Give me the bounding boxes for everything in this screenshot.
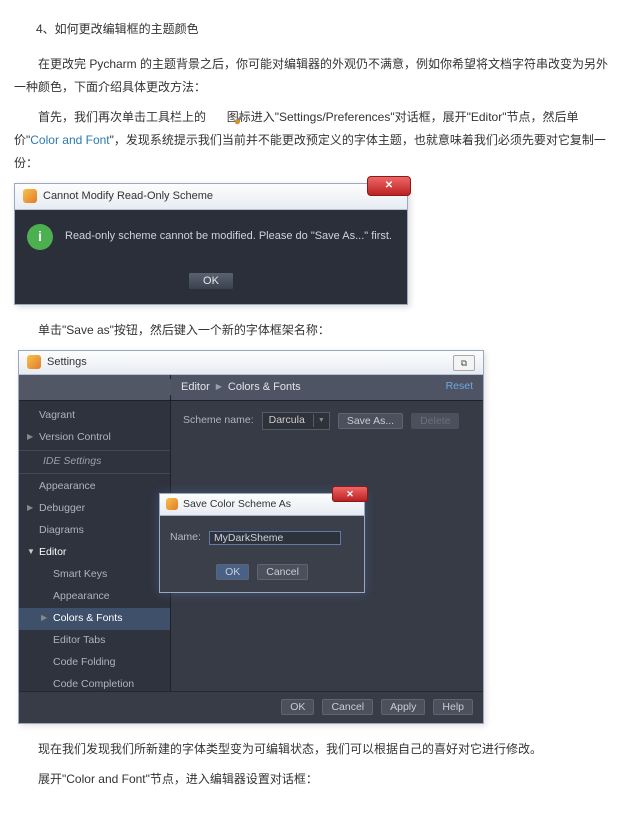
apply-button[interactable]: Apply xyxy=(381,699,425,715)
pycharm-logo-icon xyxy=(27,355,41,369)
inner-body: Name: xyxy=(160,516,364,554)
info-icon: i xyxy=(27,224,53,250)
chevron-right-icon: ▶ xyxy=(216,379,222,394)
settings-tree: Vagrant ▶ Version Control IDE Settings Ap… xyxy=(19,401,170,691)
sidebar-item-debugger[interactable]: ▶ Debugger xyxy=(19,498,170,520)
sidebar-header-ide: IDE Settings xyxy=(19,450,170,474)
chevron-right-icon: ▶ xyxy=(27,429,33,444)
crumb-colors-fonts: Colors & Fonts xyxy=(228,377,301,398)
paragraph-5: 展开"Color and Font"节点，进入编辑器设置对话框： xyxy=(14,768,611,791)
settings-main: Editor ▶ Colors & Fonts Reset Scheme nam… xyxy=(171,375,483,691)
paragraph-3: 单击"Save as"按钮，然后键入一个新的字体框架名称： xyxy=(14,319,611,342)
settings-body: ✕ Vagrant ▶ Version Control IDE Settings … xyxy=(19,375,483,691)
wrench-icon xyxy=(209,111,223,125)
sidebar-item-editor[interactable]: ▼ Editor xyxy=(19,542,170,564)
paragraph-4: 现在我们发现我们所新建的字体类型变为可编辑状态，我们可以根据自己的喜好对它进行修… xyxy=(14,738,611,761)
scheme-value: Darcula xyxy=(269,411,305,431)
dialog-titlebar: Cannot Modify Read-Only Scheme ✕ xyxy=(15,184,407,210)
ok-button[interactable]: OK xyxy=(281,699,314,715)
inner-button-row: OK Cancel xyxy=(160,554,364,592)
inner-titlebar: Save Color Scheme As ✕ xyxy=(160,494,364,516)
section-heading: 4、如何更改编辑框的主题颜色 xyxy=(36,18,611,41)
sidebar-item-label: Version Control xyxy=(39,431,111,443)
dialog-title: Cannot Modify Read-Only Scheme xyxy=(43,183,213,209)
close-icon[interactable]: ✕ xyxy=(367,176,411,196)
p2-part-a: 首先，我们再次单击工具栏上的 xyxy=(38,110,206,124)
help-button[interactable]: Help xyxy=(433,699,473,715)
dialog-message: Read-only scheme cannot be modified. Ple… xyxy=(65,226,392,247)
search-row: ✕ xyxy=(19,375,170,401)
save-scheme-dialog: Save Color Scheme As ✕ Name: OK Cancel xyxy=(159,493,365,593)
sidebar-item-label: Debugger xyxy=(39,502,85,514)
ok-button[interactable]: OK xyxy=(188,272,234,290)
sidebar-item-smart-keys[interactable]: Smart Keys xyxy=(19,564,170,586)
name-label: Name: xyxy=(170,528,201,548)
scheme-combo[interactable]: Darcula ▼ xyxy=(262,412,330,430)
paragraph-2: 首先，我们再次单击工具栏上的 图标进入"Settings/Preferences… xyxy=(14,106,611,174)
settings-footer: OK Cancel Apply Help xyxy=(19,691,483,723)
pycharm-logo-icon xyxy=(23,189,37,203)
sidebar-item-editor-tabs[interactable]: Editor Tabs xyxy=(19,630,170,652)
inner-title: Save Color Scheme As xyxy=(183,493,291,515)
scheme-name-input[interactable] xyxy=(209,531,341,545)
reset-link[interactable]: Reset xyxy=(446,377,473,397)
color-and-font-link[interactable]: Color and Font xyxy=(30,133,109,147)
sidebar-item-vagrant[interactable]: Vagrant xyxy=(19,405,170,427)
breadcrumb: Editor ▶ Colors & Fonts Reset xyxy=(171,375,483,401)
dialog-button-row: OK xyxy=(15,264,407,304)
delete-button: Delete xyxy=(411,413,459,429)
cancel-button[interactable]: Cancel xyxy=(322,699,373,715)
chevron-down-icon: ▼ xyxy=(27,544,35,559)
sidebar-item-diagrams[interactable]: Diagrams xyxy=(19,520,170,542)
sidebar-item-colors-fonts[interactable]: ▶ Colors & Fonts xyxy=(19,608,170,630)
close-icon[interactable]: ✕ xyxy=(332,486,368,502)
chevron-right-icon: ▶ xyxy=(27,500,33,515)
dialog-body: i Read-only scheme cannot be modified. P… xyxy=(15,210,407,264)
chevron-down-icon: ▼ xyxy=(313,414,323,427)
sidebar-item-label: Colors & Fonts xyxy=(53,612,122,624)
settings-title: Settings xyxy=(47,350,87,374)
sidebar-item-version-control[interactable]: ▶ Version Control xyxy=(19,427,170,449)
settings-sidebar: ✕ Vagrant ▶ Version Control IDE Settings … xyxy=(19,375,171,691)
scheme-row: Scheme name: Darcula ▼ Save As... Delete xyxy=(171,401,483,441)
settings-titlebar: Settings ⧉ xyxy=(19,351,483,375)
sidebar-item-appearance2[interactable]: Appearance xyxy=(19,586,170,608)
sidebar-item-appearance[interactable]: Appearance xyxy=(19,476,170,498)
sidebar-item-code-completion[interactable]: Code Completion xyxy=(19,674,170,691)
cannot-modify-dialog: Cannot Modify Read-Only Scheme ✕ i Read-… xyxy=(14,183,408,305)
save-as-button[interactable]: Save As... xyxy=(338,413,403,429)
pycharm-logo-icon xyxy=(166,498,178,510)
sidebar-item-label: Editor xyxy=(39,546,66,558)
settings-dialog: Settings ⧉ ✕ Vagrant ▶ Version Control ID… xyxy=(18,350,484,724)
chevron-right-icon: ▶ xyxy=(41,610,47,625)
paragraph-1: 在更改完 Pycharm 的主题背景之后，你可能对编辑器的外观仍不满意，例如你希… xyxy=(14,53,611,99)
scheme-label: Scheme name: xyxy=(183,411,254,431)
ok-button[interactable]: OK xyxy=(216,564,249,580)
sidebar-item-code-folding[interactable]: Code Folding xyxy=(19,652,170,674)
window-control-icon[interactable]: ⧉ xyxy=(453,355,475,371)
crumb-editor: Editor xyxy=(181,377,210,398)
cancel-button[interactable]: Cancel xyxy=(257,564,308,580)
